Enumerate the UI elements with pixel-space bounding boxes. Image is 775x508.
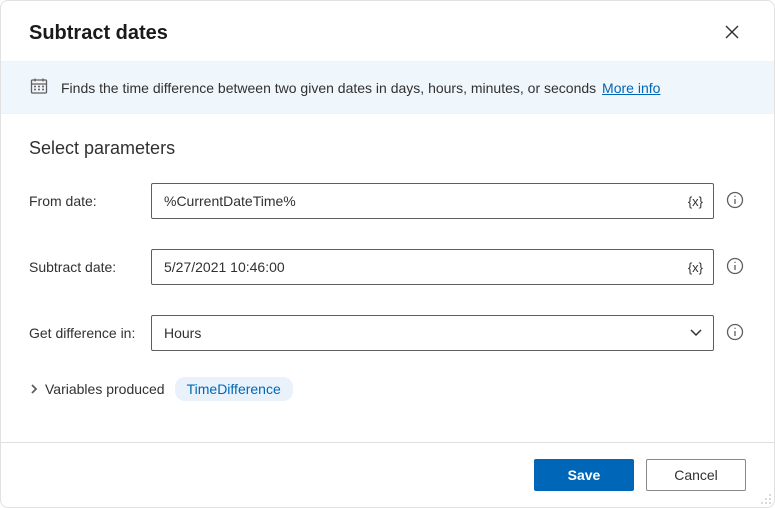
variables-expander[interactable]: Variables produced (29, 381, 165, 397)
dialog-footer: Save Cancel (1, 442, 774, 507)
close-icon (725, 25, 739, 42)
dialog-subtract-dates: Subtract dates Finds the time diffe (0, 0, 775, 508)
chevron-down-icon (689, 325, 703, 342)
info-get-difference[interactable] (724, 322, 746, 344)
banner-text: Finds the time difference between two gi… (61, 80, 660, 96)
section-title: Select parameters (29, 138, 746, 159)
select-get-difference[interactable]: Hours (151, 315, 714, 351)
chevron-right-icon (29, 381, 39, 397)
input-from-date-value: %CurrentDateTime% (164, 193, 296, 209)
banner-text-content: Finds the time difference between two gi… (61, 80, 596, 96)
variables-produced-row: Variables produced TimeDifference (29, 377, 746, 401)
cancel-button[interactable]: Cancel (646, 459, 746, 491)
label-from-date: From date: (29, 193, 151, 209)
select-get-difference-value: Hours (164, 325, 201, 341)
info-icon (726, 257, 744, 278)
row-subtract-date: Subtract date: 5/27/2021 10:46:00 {x} (29, 249, 746, 285)
more-info-link[interactable]: More info (602, 80, 660, 96)
label-get-difference: Get difference in: (29, 325, 151, 341)
input-subtract-date[interactable]: 5/27/2021 10:46:00 {x} (151, 249, 714, 285)
close-button[interactable] (718, 19, 746, 47)
row-get-difference: Get difference in: Hours (29, 315, 746, 351)
input-subtract-date-value: 5/27/2021 10:46:00 (164, 259, 285, 275)
dialog-header: Subtract dates (1, 1, 774, 61)
calendar-icon (29, 76, 49, 99)
info-banner: Finds the time difference between two gi… (1, 61, 774, 114)
parameters-section: Select parameters From date: %CurrentDat… (1, 114, 774, 442)
variables-label: Variables produced (45, 381, 165, 397)
info-from-date[interactable] (724, 190, 746, 212)
row-from-date: From date: %CurrentDateTime% {x} (29, 183, 746, 219)
variable-chip-timedifference[interactable]: TimeDifference (175, 377, 293, 401)
label-subtract-date: Subtract date: (29, 259, 151, 275)
input-from-date[interactable]: %CurrentDateTime% {x} (151, 183, 714, 219)
resize-grip-icon[interactable] (758, 491, 772, 505)
variable-token-icon[interactable]: {x} (688, 194, 703, 209)
info-icon (726, 191, 744, 212)
info-icon (726, 323, 744, 344)
info-subtract-date[interactable] (724, 256, 746, 278)
dialog-title: Subtract dates (29, 22, 168, 45)
save-button[interactable]: Save (534, 459, 634, 491)
variable-token-icon[interactable]: {x} (688, 260, 703, 275)
